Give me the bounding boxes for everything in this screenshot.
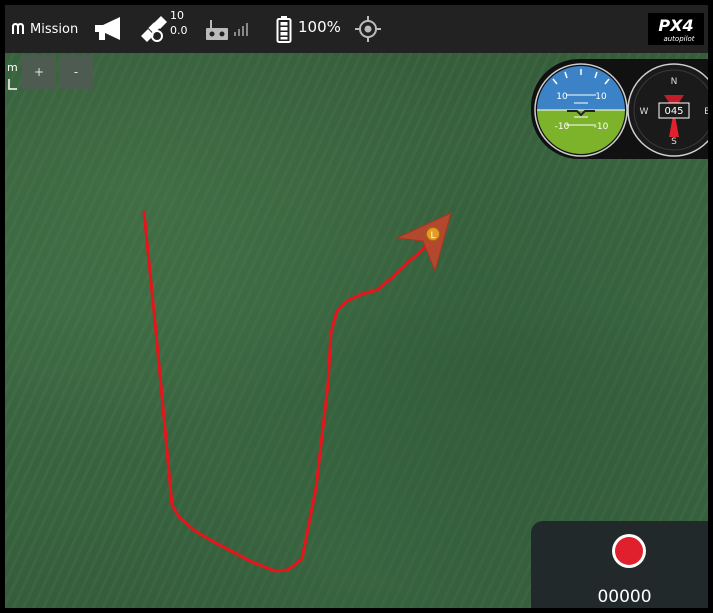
megaphone-icon xyxy=(95,17,120,40)
gps-indicator[interactable] xyxy=(138,5,168,53)
top-toolbar: Mission 10 0.0 100% PX4 autopilot xyxy=(5,5,708,53)
gps-satellite-count: 10 xyxy=(170,9,184,22)
instrument-panel: 10 10 -10 -10 N E S W 045 xyxy=(531,59,710,159)
compass-south-label: S xyxy=(671,137,677,147)
record-icon xyxy=(615,537,643,565)
zoom-in-button[interactable]: + xyxy=(22,55,56,89)
gps-lock-icon xyxy=(355,16,381,42)
pitch-label-up-right: 10 xyxy=(595,92,607,102)
map-view[interactable]: L m + - 10 10 -10 -10 N E S W 045 00000 xyxy=(5,5,708,608)
attitude-indicator: 10 10 -10 -10 xyxy=(534,63,628,157)
mission-selector[interactable]: Mission xyxy=(11,5,78,53)
satellite-icon xyxy=(141,16,167,42)
pitch-label-up-left: 10 xyxy=(556,92,568,102)
compass: N E S W 045 xyxy=(627,63,710,157)
mission-label: Mission xyxy=(30,21,79,37)
flight-path xyxy=(142,210,431,573)
vehicle-marker-label: L xyxy=(430,231,435,241)
record-panel: 00000 xyxy=(531,521,708,608)
rc-indicator[interactable] xyxy=(205,5,249,53)
compass-heading-readout: 045 xyxy=(664,106,683,117)
gps-lock-indicator[interactable] xyxy=(355,5,381,53)
record-button[interactable] xyxy=(612,534,646,568)
zoom-out-button[interactable]: - xyxy=(59,55,93,89)
record-counter: 00000 xyxy=(597,587,652,607)
brand-logo: PX4 autopilot xyxy=(648,5,704,53)
brand-logo-text: PX4 xyxy=(658,16,693,35)
pitch-label-down-left: -10 xyxy=(555,122,570,132)
vehicle-marker[interactable]: L xyxy=(395,212,452,273)
battery-indicator[interactable] xyxy=(276,5,292,53)
pitch-label-down-right: -10 xyxy=(594,122,609,132)
battery-icon xyxy=(276,16,292,43)
compass-west-label: W xyxy=(640,107,649,117)
scale-bar xyxy=(8,79,17,90)
gps-hdop-value: 0.0 xyxy=(170,24,188,37)
mission-icon xyxy=(12,22,24,34)
compass-north-label: N xyxy=(671,77,678,87)
remote-controller-icon xyxy=(206,20,228,40)
app-window: L m + - 10 10 -10 -10 N E S W 045 00000 … xyxy=(0,0,713,613)
compass-east-label: E xyxy=(704,107,710,117)
battery-percent: 100% xyxy=(298,18,341,36)
brand-logo-subtext: autopilot xyxy=(663,35,694,43)
scale-unit-label: m xyxy=(7,61,18,74)
messages-indicator[interactable] xyxy=(92,5,126,53)
signal-strength-icon xyxy=(234,23,248,36)
